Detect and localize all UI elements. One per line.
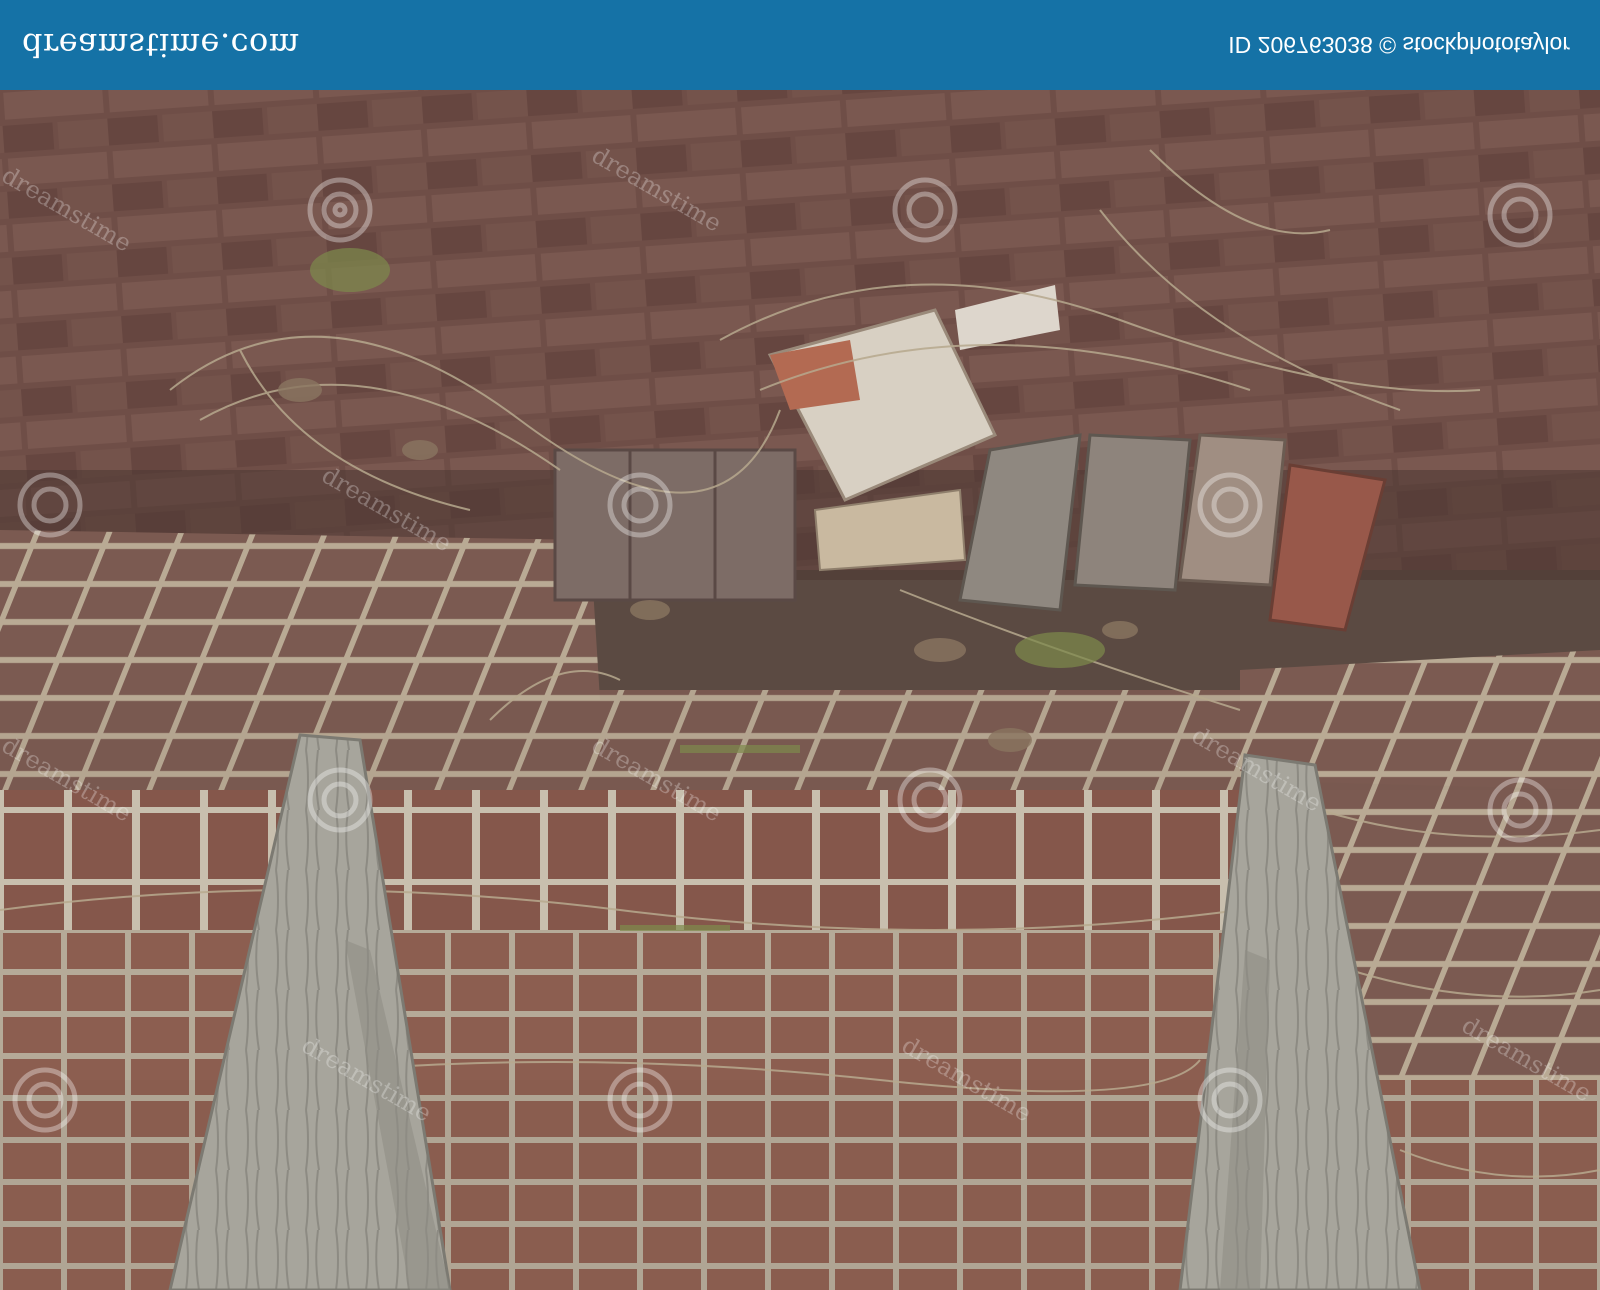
image-id-credit: ID 206763038 © stockphototaylor (1228, 32, 1570, 58)
watermark-banner: dreamstime.com ID 206763038 © stockphoto… (0, 0, 1600, 90)
brick-wall-photo: dreamstime dreamstime dreamstime dreamst… (0, 90, 1600, 1290)
stock-photo-page: dreamstime.com ID 206763038 © stockphoto… (0, 0, 1600, 1290)
dreamstime-logo: dreamstime.com (22, 26, 300, 64)
